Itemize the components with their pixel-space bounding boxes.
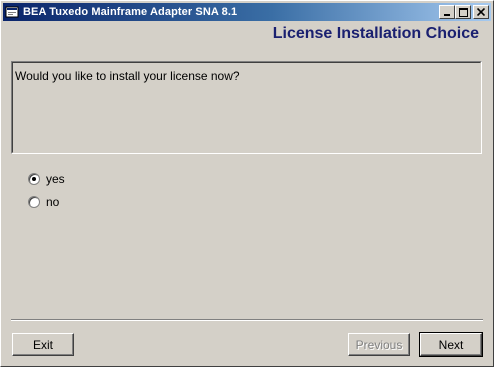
close-button[interactable] xyxy=(473,5,489,19)
minimize-icon xyxy=(444,14,450,16)
minimize-button[interactable] xyxy=(439,5,455,19)
option-yes-label: yes xyxy=(46,172,65,186)
option-no[interactable]: no xyxy=(28,195,59,209)
radio-yes[interactable] xyxy=(28,173,40,185)
window-title: BEA Tuxedo Mainframe Adapter SNA 8.1 xyxy=(23,6,238,18)
option-yes[interactable]: yes xyxy=(28,172,65,186)
radio-no[interactable] xyxy=(28,196,40,208)
question-panel: Would you like to install your license n… xyxy=(11,61,482,154)
question-text: Would you like to install your license n… xyxy=(12,62,481,153)
app-window-icon xyxy=(5,5,19,19)
page-title: License Installation Choice xyxy=(272,25,479,42)
installer-window: BEA Tuxedo Mainframe Adapter SNA 8.1 Lic… xyxy=(0,0,494,367)
caption-buttons xyxy=(439,5,489,19)
previous-button[interactable]: Previous xyxy=(348,333,410,356)
title-bar[interactable]: BEA Tuxedo Mainframe Adapter SNA 8.1 xyxy=(3,3,491,21)
button-separator xyxy=(11,319,483,321)
option-no-label: no xyxy=(46,195,60,209)
maximize-icon xyxy=(458,7,468,17)
exit-button[interactable]: Exit xyxy=(12,333,74,356)
close-icon xyxy=(477,8,485,16)
next-button[interactable]: Next xyxy=(419,332,483,357)
maximize-button[interactable] xyxy=(455,5,471,19)
